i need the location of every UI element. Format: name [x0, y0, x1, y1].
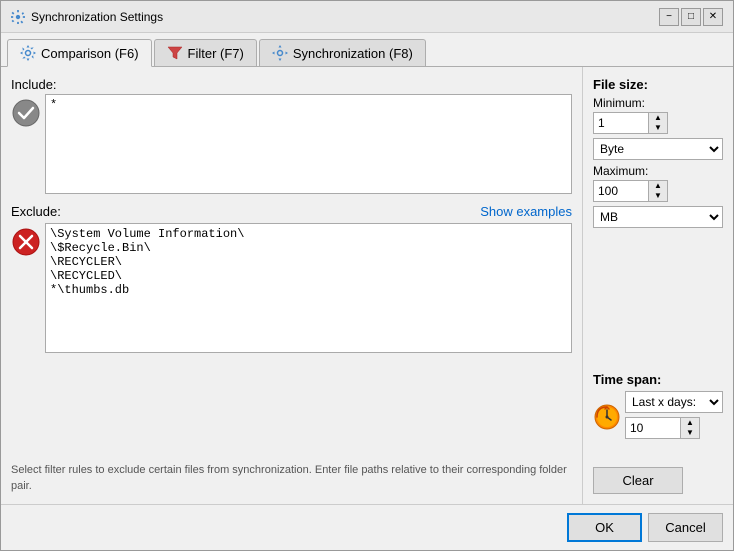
timespan-select[interactable]: Last x days: Last x hours: Last x months… [625, 391, 723, 413]
sync-icon [272, 45, 288, 61]
include-section: Include: * [11, 77, 572, 194]
show-examples-link[interactable]: Show examples [480, 204, 572, 219]
timespan-spinner-buttons: ▲ ▼ [680, 417, 700, 439]
min-spinner-row: ▲ ▼ [593, 112, 723, 134]
file-size-label: File size: [593, 77, 723, 92]
title-bar-left: Synchronization Settings [11, 10, 163, 24]
timespan-decrement-button[interactable]: ▼ [681, 428, 699, 438]
exclude-x-icon [11, 227, 41, 257]
max-unit-dropdown-row: Byte KB MB GB [593, 206, 723, 228]
ok-button[interactable]: OK [567, 513, 642, 542]
exclude-header: Exclude: Show examples [11, 204, 572, 219]
min-value-input[interactable] [593, 112, 648, 134]
bottom-bar: OK Cancel [1, 504, 733, 550]
main-window: Synchronization Settings − □ ✕ Compariso… [0, 0, 734, 551]
time-span-label: Time span: [593, 372, 723, 387]
exclude-area: \System Volume Information\ \$Recycle.Bi… [11, 223, 572, 453]
title-bar-controls: − □ ✕ [659, 8, 723, 26]
exclude-label: Exclude: [11, 204, 61, 219]
tab-comparison[interactable]: Comparison (F6) [7, 39, 152, 67]
tab-filter[interactable]: Filter (F7) [154, 39, 257, 66]
minimum-label: Minimum: [593, 96, 723, 110]
tab-synchronization[interactable]: Synchronization (F8) [259, 39, 426, 66]
min-increment-button[interactable]: ▲ [649, 113, 667, 123]
min-spinner-buttons: ▲ ▼ [648, 112, 668, 134]
include-textarea[interactable]: * [45, 94, 572, 194]
filter-icon [167, 45, 183, 61]
timespan-row: Last x days: Last x hours: Last x months… [593, 391, 723, 443]
title-bar: Synchronization Settings − □ ✕ [1, 1, 733, 33]
clear-button[interactable]: Clear [593, 467, 683, 494]
gear-icon [20, 45, 36, 61]
cancel-button[interactable]: Cancel [648, 513, 723, 542]
maximize-button[interactable]: □ [681, 8, 701, 26]
timespan-value-input[interactable] [625, 417, 680, 439]
tab-bar: Comparison (F6) Filter (F7) Synchronizat… [1, 33, 733, 67]
hint-text: Select filter rules to exclude certain f… [11, 463, 572, 494]
main-content: Include: * Exclude: Show examples [1, 67, 733, 504]
min-unit-dropdown-row: Byte KB MB GB [593, 138, 723, 160]
include-label: Include: [11, 77, 572, 92]
tab-synchronization-label: Synchronization (F8) [293, 46, 413, 61]
window-title: Synchronization Settings [31, 10, 163, 24]
app-icon [11, 10, 25, 24]
time-span-section: Time span: [593, 372, 723, 443]
minimize-button[interactable]: − [659, 8, 679, 26]
right-panel: File size: Minimum: ▲ ▼ Byte KB MB GB [583, 67, 733, 504]
timespan-increment-button[interactable]: ▲ [681, 418, 699, 428]
left-panel: Include: * Exclude: Show examples [1, 67, 583, 504]
clock-icon [593, 403, 621, 431]
min-unit-select[interactable]: Byte KB MB GB [593, 138, 723, 160]
right-spacer [593, 244, 723, 368]
timespan-dropdown-row: Last x days: Last x hours: Last x months… [625, 391, 723, 413]
timespan-spinner-row: ▲ ▼ [625, 417, 723, 439]
max-spinner-buttons: ▲ ▼ [648, 180, 668, 202]
maximum-label: Maximum: [593, 164, 723, 178]
close-button[interactable]: ✕ [703, 8, 723, 26]
max-unit-select[interactable]: Byte KB MB GB [593, 206, 723, 228]
timespan-controls: Last x days: Last x hours: Last x months… [625, 391, 723, 443]
include-check-icon [11, 98, 41, 128]
min-decrement-button[interactable]: ▼ [649, 123, 667, 133]
exclude-textarea[interactable]: \System Volume Information\ \$Recycle.Bi… [45, 223, 572, 353]
tab-comparison-label: Comparison (F6) [41, 46, 139, 61]
max-increment-button[interactable]: ▲ [649, 181, 667, 191]
max-spinner-row: ▲ ▼ [593, 180, 723, 202]
file-size-section: File size: Minimum: ▲ ▼ Byte KB MB GB [593, 77, 723, 232]
include-area: * [11, 94, 572, 194]
max-decrement-button[interactable]: ▼ [649, 191, 667, 201]
tab-filter-label: Filter (F7) [188, 46, 244, 61]
max-value-input[interactable] [593, 180, 648, 202]
